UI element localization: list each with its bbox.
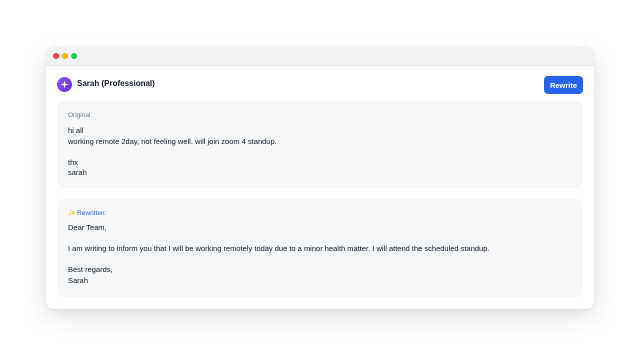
rewritten-label: Rewritten:	[77, 210, 107, 217]
minimize-window-button[interactable]	[62, 53, 68, 59]
rewritten-panel: ✨Rewritten: Dear Team, I am writing to i…	[57, 199, 583, 297]
title-bar	[46, 47, 594, 66]
rewrite-button[interactable]: Rewrite	[544, 76, 583, 94]
maximize-window-button[interactable]	[71, 53, 77, 59]
app-window: Sarah (Professional) Rewrite Original: h…	[46, 47, 594, 309]
close-window-button[interactable]	[53, 53, 59, 59]
original-text[interactable]: hi all working remote 2day, not feeling …	[68, 126, 277, 179]
sparkles-icon: ✨	[68, 210, 77, 217]
original-panel: Original: hi all working remote 2day, no…	[57, 101, 583, 188]
rewritten-label-row: ✨Rewritten:	[68, 209, 106, 218]
header-bar: Sarah (Professional) Rewrite	[46, 65, 594, 101]
sparkle-icon	[57, 77, 72, 92]
persona-label[interactable]: Sarah (Professional)	[77, 78, 155, 90]
original-label: Original:	[68, 112, 93, 119]
rewritten-text[interactable]: Dear Team, I am writing to inform you th…	[68, 223, 489, 286]
